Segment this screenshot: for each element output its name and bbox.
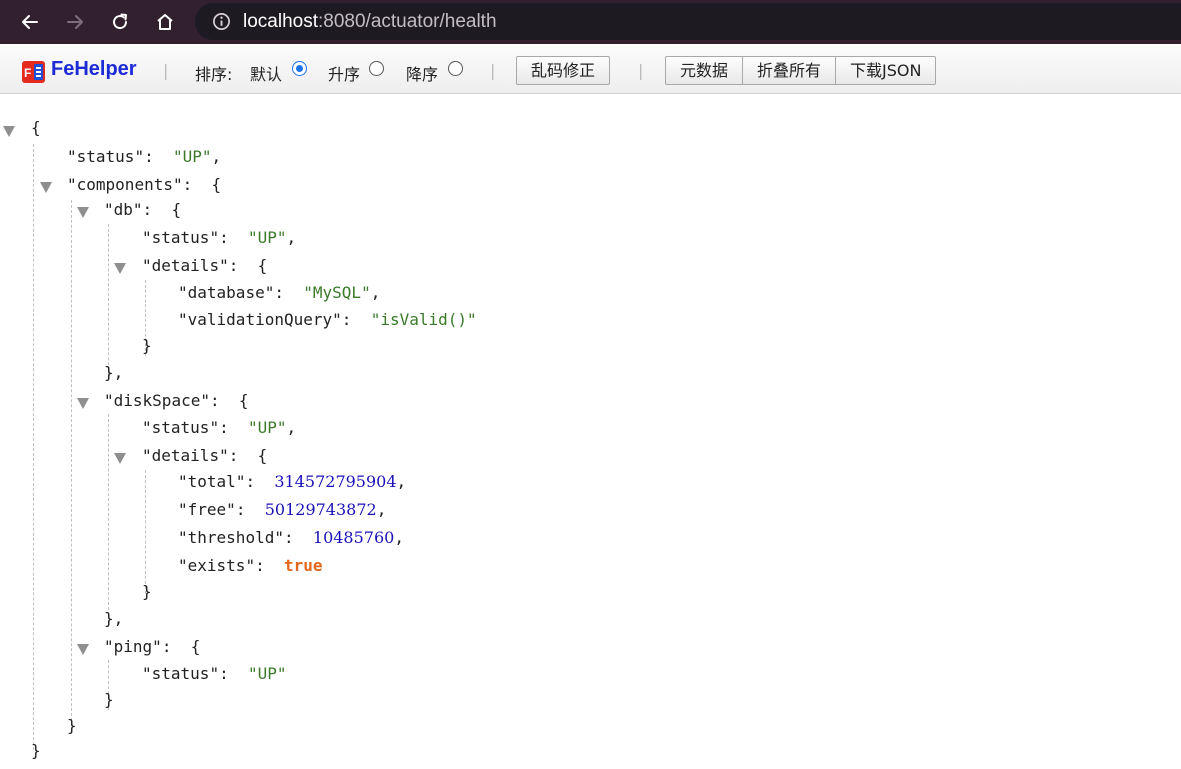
json-brace-close: } (67, 716, 77, 735)
sort-default-label[interactable]: 默认 (250, 61, 282, 85)
collapse-toggle-icon[interactable] (77, 644, 89, 655)
json-brace-close: } (104, 690, 114, 709)
json-line-ping-status: "status": "UP" (142, 664, 287, 683)
json-key: status (76, 147, 135, 166)
indent-guide (71, 200, 72, 726)
view-button-group: 元数据 折叠所有 下载JSON (665, 56, 937, 85)
json-key: status (151, 664, 210, 683)
back-arrow-icon (22, 15, 38, 29)
json-brace-close: }, (104, 609, 124, 628)
json-value: UP (257, 228, 277, 247)
json-key: validationQuery (187, 310, 333, 329)
download-json-button[interactable]: 下载JSON (835, 56, 937, 85)
json-key: status (151, 418, 210, 437)
json-value: 314572795904 (274, 472, 397, 491)
json-line-components: "components": { (67, 175, 222, 194)
toolbar-separator: | (163, 61, 169, 80)
reload-icon (113, 13, 128, 30)
address-bar[interactable]: localhost:8080/actuator/health (195, 3, 1181, 40)
url-text[interactable]: localhost:8080/actuator/health (243, 11, 497, 33)
sort-desc-radio[interactable] (448, 61, 463, 76)
json-key: free (187, 500, 227, 519)
json-brace-close: } (142, 582, 152, 601)
indent-guide (145, 470, 146, 594)
collapse-toggle-icon[interactable] (77, 398, 89, 409)
json-line-db: "db": { (104, 200, 182, 219)
fehelper-toolbar: F FeHelper | 排序: 默认 升序 降序 | 乱码修正 | 元数据 折… (0, 46, 1181, 94)
json-key: db (113, 200, 133, 219)
json-viewer: { "status": "UP", "components": { "db": … (0, 94, 1181, 769)
svg-text:F: F (24, 66, 31, 80)
indent-guide (33, 144, 34, 750)
json-line-ping: "ping": { (104, 637, 201, 656)
fehelper-brand[interactable]: FeHelper (51, 58, 137, 81)
json-brace-close: } (142, 336, 152, 355)
fix-encoding-button[interactable]: 乱码修正 (516, 56, 611, 85)
json-line-disk-details: "details": { (142, 446, 268, 465)
sort-asc-label[interactable]: 升序 (328, 61, 360, 85)
json-value: 10485760 (312, 528, 395, 547)
json-root-open: { (31, 118, 41, 137)
json-key: components (76, 175, 173, 194)
indent-guide (108, 224, 109, 380)
json-value: UP (182, 147, 202, 166)
collapse-toggle-icon[interactable] (114, 453, 126, 464)
home-icon (157, 14, 173, 30)
json-value: isValid() (380, 310, 468, 329)
json-root-close: } (31, 741, 41, 760)
reload-button[interactable] (104, 6, 136, 38)
json-line-db-details: "details": { (142, 256, 268, 275)
sort-asc-radio[interactable] (369, 61, 384, 76)
json-key: details (151, 256, 220, 275)
json-line-exists: "exists": true (178, 556, 323, 575)
json-key: diskSpace (113, 391, 201, 410)
browser-toolbar: localhost:8080/actuator/health (0, 0, 1181, 44)
toolbar-separator: | (638, 61, 644, 80)
json-line-validation-query: "validationQuery": "isValid()" (178, 310, 477, 329)
json-key: database (187, 283, 265, 302)
json-value: MySQL (312, 283, 362, 302)
back-button[interactable] (14, 6, 46, 38)
json-value: 50129743872 (264, 500, 377, 519)
json-key: ping (113, 637, 153, 656)
json-line-threshold: "threshold": 10485760, (178, 528, 404, 547)
json-key: exists (187, 556, 246, 575)
info-icon[interactable] (212, 12, 231, 31)
fehelper-logo-icon: F (22, 61, 45, 83)
json-line-free: "free": 50129743872, (178, 500, 387, 519)
collapse-toggle-icon[interactable] (40, 182, 52, 193)
sort-label: 排序: (195, 65, 233, 84)
json-line-diskspace: "diskSpace": { (104, 391, 249, 410)
sort-desc-label[interactable]: 降序 (406, 61, 438, 85)
url-path: :8080/actuator/health (318, 11, 497, 32)
forward-button[interactable] (59, 6, 91, 38)
json-key: total (187, 472, 236, 491)
collapse-toggle-icon[interactable] (3, 126, 15, 137)
json-line-db-status: "status": "UP", (142, 228, 297, 247)
json-line-database: "database": "MySQL", (178, 283, 381, 302)
json-line-disk-status: "status": "UP", (142, 418, 297, 437)
json-line-total: "total": 314572795904, (178, 472, 407, 491)
json-value: UP (257, 418, 277, 437)
json-key: threshold (187, 528, 275, 547)
forward-arrow-icon (67, 15, 83, 29)
metadata-button[interactable]: 元数据 (665, 56, 744, 85)
collapse-toggle-icon[interactable] (77, 207, 89, 218)
json-value: true (283, 556, 323, 575)
json-key: status (151, 228, 210, 247)
json-value: UP (257, 664, 277, 683)
toolbar-separator: | (490, 61, 496, 80)
json-key: details (151, 446, 220, 465)
indent-guide (108, 414, 109, 610)
home-button[interactable] (149, 6, 181, 38)
json-line-status: "status": "UP", (67, 147, 222, 166)
collapse-toggle-icon[interactable] (114, 263, 126, 274)
collapse-all-button[interactable]: 折叠所有 (742, 56, 837, 85)
sort-default-radio[interactable] (292, 61, 307, 76)
json-brace-close: }, (104, 363, 124, 382)
url-host: localhost (243, 11, 318, 32)
